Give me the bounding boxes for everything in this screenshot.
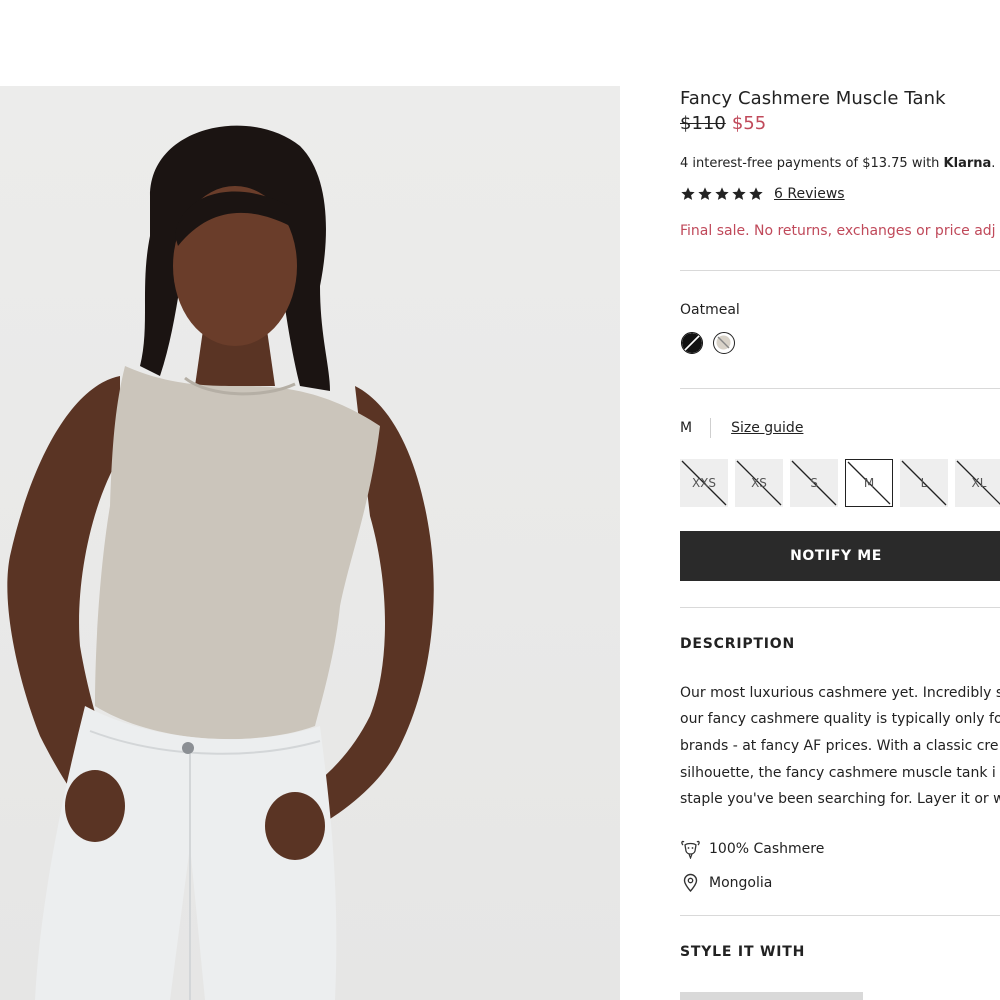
description-line: our fancy cashmere quality is typically …	[680, 711, 1000, 727]
description-line: brands - at fancy AF prices. With a clas…	[680, 738, 999, 754]
style-it-with-heading: STYLE IT WITH	[680, 944, 806, 960]
rating-row: 6 Reviews	[680, 186, 845, 202]
spec-origin-label: Mongolia	[709, 875, 773, 891]
product-info-panel: Fancy Cashmere Muscle Tank $110 $55 4 int…	[680, 0, 1000, 1000]
location-pin-icon	[683, 873, 698, 893]
final-sale-notice: Final sale. No returns, exchanges or pri…	[680, 223, 996, 239]
sale-price: $55	[731, 113, 767, 134]
description-heading: DESCRIPTION	[680, 636, 795, 652]
model-illustration	[7, 125, 434, 1000]
original-price: $110	[680, 113, 726, 134]
divider	[680, 270, 1000, 271]
size-option-l[interactable]: L	[900, 459, 948, 507]
star-icon	[715, 187, 729, 200]
klarna-logo-text[interactable]: Klarna	[944, 156, 992, 171]
description-line: silhouette, the fancy cashmere muscle ta…	[680, 765, 996, 781]
selected-color-label: Oatmeal	[680, 302, 740, 318]
size-option-label: XXS	[691, 476, 717, 490]
divider	[680, 607, 1000, 608]
spec-material: 100% Cashmere	[680, 839, 824, 859]
size-guide-link[interactable]: Size guide	[731, 420, 803, 436]
divider	[680, 915, 1000, 916]
product-image[interactable]	[0, 86, 620, 1000]
reviews-link[interactable]: 6 Reviews	[774, 186, 845, 202]
black-swatch[interactable]	[681, 332, 703, 354]
size-option-xl[interactable]: XL	[955, 459, 1000, 507]
size-separator	[710, 418, 712, 438]
spec-origin: Mongolia	[680, 873, 772, 893]
size-option-label: S	[810, 476, 818, 490]
goat-icon	[681, 840, 700, 859]
star-icon	[698, 187, 712, 200]
size-option-label: XS	[751, 476, 767, 490]
style-it-with-thumbnail[interactable]	[680, 992, 863, 1000]
selected-size-label: M	[680, 420, 693, 436]
star-icon	[732, 187, 746, 200]
size-option-xs[interactable]: XS	[735, 459, 783, 507]
price-block: $110 $55	[680, 113, 766, 134]
star-icon	[749, 187, 763, 200]
description-line: Our most luxurious cashmere yet. Incredi…	[680, 685, 1000, 701]
installments-suffix: .	[991, 156, 996, 171]
divider	[680, 388, 1000, 389]
installments-text: 4 interest-free payments of $13.75 with …	[680, 156, 995, 171]
size-option-label: M	[863, 476, 875, 490]
size-option-xxs[interactable]: XXS	[680, 459, 728, 507]
size-option-m[interactable]: M	[845, 459, 893, 507]
star-rating	[680, 186, 764, 202]
product-title: Fancy Cashmere Muscle Tank	[680, 88, 946, 109]
star-icon	[681, 187, 695, 200]
size-option-s[interactable]: S	[790, 459, 838, 507]
spec-material-label: 100% Cashmere	[709, 841, 825, 857]
size-option-label: XL	[971, 476, 987, 490]
installments-description: 4 interest-free payments of $13.75 with	[680, 156, 944, 171]
description-line: staple you've been searching for. Layer …	[680, 791, 1000, 807]
size-selection-row: M Size guide	[680, 418, 803, 438]
oatmeal-swatch[interactable]	[713, 332, 735, 354]
notify-me-button[interactable]: NOTIFY ME	[680, 531, 1000, 581]
size-option-label: L	[920, 476, 928, 490]
